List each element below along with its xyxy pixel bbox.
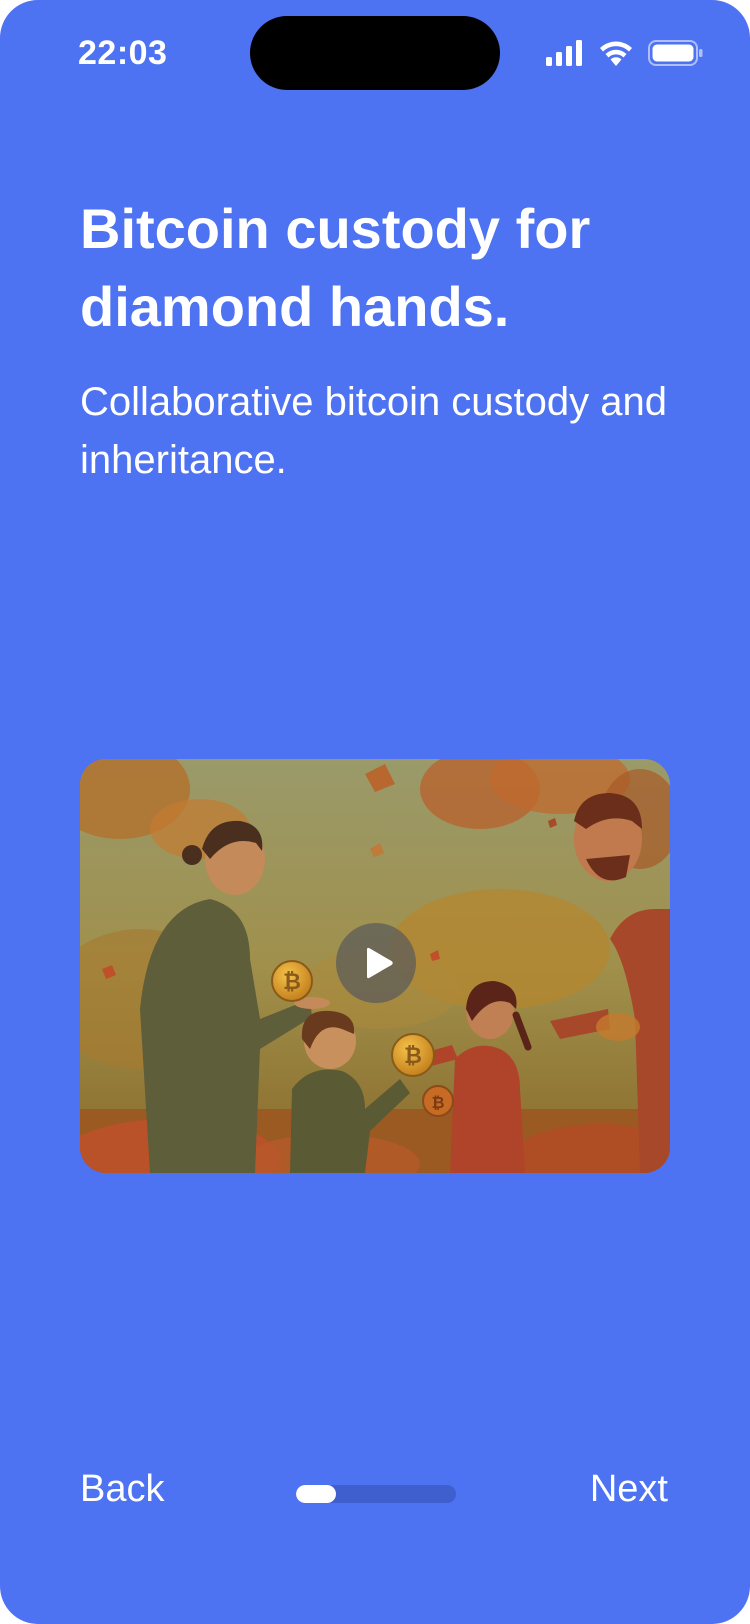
status-time: 22:03 [78,34,168,72]
back-button[interactable]: Back [80,1468,164,1511]
intro-video-card[interactable]: ₿ ₿ ₿ [80,759,670,1173]
onboarding-progress [296,1485,456,1503]
battery-icon [648,40,703,66]
signal-icon [546,40,582,66]
status-icons [546,36,704,70]
next-button[interactable]: Next [590,1468,668,1511]
svg-text:₿: ₿ [283,970,301,995]
progress-fill [296,1485,336,1503]
play-icon [367,947,393,979]
onboarding-screen: 22:03 Bitcoin custody for diamond hands.… [0,0,750,1624]
play-button[interactable] [336,923,416,1003]
dynamic-island [250,16,500,90]
svg-text:₿: ₿ [431,1093,444,1112]
onboarding-subhead: Collaborative bitcoin custody and inheri… [80,380,668,482]
onboarding-headline: Bitcoin custody for diamond hands. [80,197,591,338]
svg-text:₿: ₿ [404,1044,422,1069]
wifi-icon [600,41,632,66]
